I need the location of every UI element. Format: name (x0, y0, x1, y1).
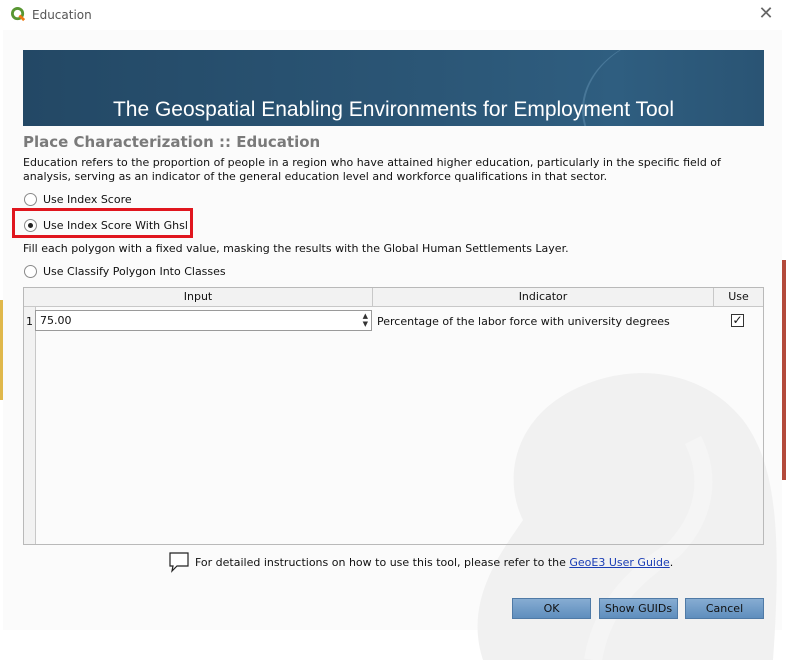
show-guids-button[interactable]: Show GUIDs (599, 598, 678, 619)
option-use-classify-polygon[interactable]: Use Classify Polygon Into Classes (24, 263, 226, 279)
option-label: Use Classify Polygon Into Classes (43, 264, 226, 278)
ok-button[interactable]: OK (512, 598, 591, 619)
header-banner: The Geospatial Enabling Environments for… (23, 50, 764, 126)
spin-up-icon[interactable]: ▲ (363, 312, 368, 320)
highlight-box (12, 208, 193, 238)
section-title: Place Characterization :: Education (23, 133, 321, 151)
row-header-column: 1 (24, 307, 36, 544)
column-header-use[interactable]: Use (714, 288, 763, 306)
input-value[interactable]: 75.00 (40, 314, 72, 327)
banner-title: The Geospatial Enabling Environments for… (112, 98, 675, 121)
cancel-button[interactable]: Cancel (685, 598, 764, 619)
option-label: Use Index Score (43, 192, 132, 206)
title-bar: Education ✕ (0, 0, 786, 30)
guide-prefix: For detailed instructions on how to use … (195, 555, 566, 569)
option-note: Fill each polygon with a fixed value, ma… (23, 242, 569, 255)
guide-suffix: . (669, 555, 674, 569)
indicator-text: Percentage of the labor force with unive… (377, 315, 670, 328)
use-checkbox[interactable]: ✓ (731, 314, 744, 327)
speech-bubble-icon (169, 552, 189, 573)
option-use-index-score[interactable]: Use Index Score (24, 191, 132, 207)
user-guide-row: For detailed instructions on how to use … (168, 551, 673, 573)
window-title: Education (32, 8, 92, 22)
row-number[interactable]: 1 (24, 315, 35, 328)
column-header-input[interactable]: Input (24, 288, 373, 306)
input-value-spinbox[interactable]: 75.00 ▲ ▼ (35, 310, 372, 331)
indicator-table: Input Indicator Use 1 75.00 ▲ ▼ Percenta… (23, 287, 764, 545)
column-header-indicator[interactable]: Indicator (373, 288, 714, 306)
qgis-logo-icon (11, 7, 26, 22)
spin-down-icon[interactable]: ▼ (363, 320, 368, 328)
radio-button[interactable] (24, 264, 37, 278)
table-header: Input Indicator Use (24, 288, 763, 307)
radio-button[interactable] (24, 192, 37, 206)
section-description: Education refers to the proportion of pe… (23, 156, 721, 183)
close-icon[interactable]: ✕ (756, 4, 776, 24)
guide-text: For detailed instructions on how to use … (195, 556, 673, 569)
user-guide-link[interactable]: GeoE3 User Guide (569, 556, 669, 569)
